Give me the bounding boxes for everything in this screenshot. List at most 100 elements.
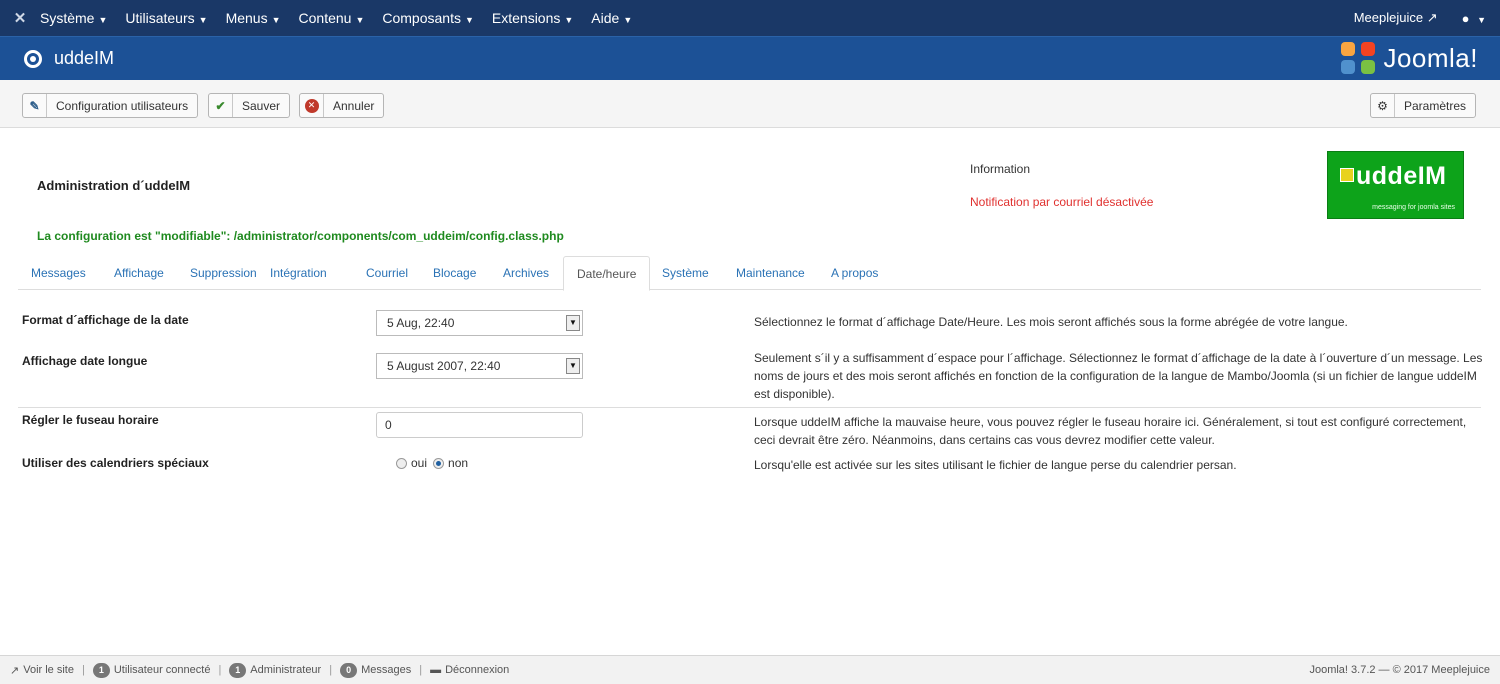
tab-courriel[interactable]: Courriel [353,256,421,290]
special-calendars-desc: Lorsqu'elle est activée sur les sites ut… [754,458,1237,472]
users-count-badge: 1 [92,662,110,678]
info-label: Information [970,162,1031,176]
header-bar: uddeIM Joomla! [0,36,1500,80]
notification-status: Notification par courriel désactivée [970,195,1154,209]
messages-link[interactable]: 0 Messages [340,662,412,678]
tab-maintenance[interactable]: Maintenance [723,256,818,290]
tab-systeme[interactable]: Système [649,256,722,290]
button-label: Configuration utilisateurs [56,98,189,113]
menu-composants[interactable]: Composants ▼ [382,10,474,26]
toolbar: ✎ Configuration utilisateurs ✔ Sauver ✕ … [0,80,1500,128]
user-menu[interactable]: ● ▼ [1462,11,1486,26]
copyright: Joomla! 3.7.2 — © 2017 Meeplejuice [1309,664,1490,676]
admins-online[interactable]: 1 Administrateur [229,662,322,678]
check-icon: ✔ [209,94,233,117]
menu-label: Contenu [298,10,352,26]
options-button[interactable]: ⚙ Paramètres [1370,93,1477,118]
tab-messages[interactable]: Messages [18,256,99,290]
caret-down-icon: ▼ [623,15,633,25]
joomla-logo-icon [1341,41,1377,76]
uddeim-logo: uddeIM messaging for joomla sites [1327,151,1464,219]
caret-down-icon: ▼ [355,15,365,25]
tab-suppression[interactable]: Suppression [177,256,270,290]
separator: | [81,664,85,676]
config-note: La configuration est "modifiable": /admi… [37,229,564,243]
admin-label: Administrateur [250,664,322,676]
messages-label: Messages [361,664,412,676]
menu-label: Aide [591,10,620,26]
tab-archives[interactable]: Archives [490,256,562,290]
logout-link[interactable]: ▬ Déconnexion [430,664,509,676]
component-icon [24,49,42,68]
special-calendars-label: Utiliser des calendriers spéciaux [22,456,209,470]
select-value: 5 August 2007, 22:40 [387,359,501,373]
logo-title: uddeIM [1340,162,1447,191]
joomla-brand-text: Joomla! [1383,43,1478,73]
site-link[interactable]: Meeplejuice ↗ [1354,10,1438,26]
tab-integration[interactable]: Intégration [257,256,340,290]
caret-down-icon: ▼ [98,15,108,25]
tab-a-propos[interactable]: A propos [818,256,891,290]
caret-down-icon: ▼ [464,15,474,25]
timezone-input[interactable]: 0 [376,412,583,438]
date-format-label: Format d´affichage de la date [22,313,189,327]
menu-label: Menus [225,10,268,26]
radio-non-label[interactable]: non [448,456,468,470]
menu-systeme[interactable]: Système ▼ [40,10,107,26]
long-date-label: Affichage date longue [22,354,148,368]
config-users-button[interactable]: ✎ Configuration utilisateurs [22,93,199,118]
date-format-select[interactable]: 5 Aug, 22:40 ▼ [376,310,583,336]
menu-aide[interactable]: Aide ▼ [591,10,632,26]
joomla-brand: Joomla! [1341,41,1478,76]
separator: | [419,664,423,676]
admin-count-badge: 1 [229,662,247,678]
select-value: 5 Aug, 22:40 [387,316,455,330]
menu-label: Utilisateurs [125,10,195,26]
tab-bar: Messages Affichage Suppression Intégrati… [18,256,1481,291]
caret-down-icon: ▼ [198,15,208,25]
main-menu: Système ▼ Utilisateurs ▼ Menus ▼ Contenu ▼ C… [40,10,650,26]
tab-affichage[interactable]: Affichage [101,256,177,290]
logout-label: Déconnexion [445,664,510,676]
menu-label: Composants [382,10,461,26]
logo-text: uddeIM [1356,162,1447,190]
button-label: Paramètres [1404,98,1467,113]
menu-contenu[interactable]: Contenu ▼ [299,10,365,26]
messages-count-badge: 0 [340,662,358,678]
menu-utilisateurs[interactable]: Utilisateurs ▼ [125,10,207,26]
separator: | [329,664,333,676]
timezone-label: Régler le fuseau horaire [22,413,159,427]
cancel-button[interactable]: ✕ Annuler [299,93,385,118]
save-button[interactable]: ✔ Sauver [208,93,291,118]
radio-oui-label[interactable]: oui [411,456,427,470]
joomla-menu-icon[interactable]: ✕ [0,9,40,27]
radio-non[interactable] [433,457,445,469]
long-date-select[interactable]: 5 August 2007, 22:40 ▼ [376,353,583,379]
edit-icon: ✎ [23,94,47,117]
external-link-icon: ↗ [1426,10,1438,25]
separator: | [218,664,222,676]
date-format-desc: Sélectionnez le format d´affichage Date/… [754,315,1348,329]
external-link-icon: ↗ [10,664,20,677]
menu-label: Extensions [491,10,561,26]
button-label: Sauver [242,98,281,113]
users-online[interactable]: 1 Utilisateur connecté [92,662,211,678]
menu-menus[interactable]: Menus ▼ [226,10,281,26]
timezone-desc: Lorsque uddeIM affiche la mauvaise heure… [754,415,1467,447]
logo-subtitle: messaging for joomla sites [1372,204,1455,211]
menu-label: Système [40,10,95,26]
gear-icon: ⚙ [1371,94,1395,117]
tab-date-heure[interactable]: Date/heure [563,256,651,291]
logo-tag-icon [1340,168,1354,182]
user-icon: ● [1461,10,1470,26]
radio-oui[interactable] [396,457,407,469]
admin-title: Administration d´uddeIM [37,178,191,193]
caret-down-icon: ▼ [1477,14,1486,25]
minus-icon: ▬ [430,664,442,676]
tab-blocage[interactable]: Blocage [420,256,489,290]
users-label: Utilisateur connecté [113,664,211,676]
view-site-link[interactable]: ↗ Voir le site [10,664,74,677]
cancel-icon-wrap: ✕ [300,94,324,117]
menu-extensions[interactable]: Extensions ▼ [492,10,573,26]
dropdown-arrow-icon: ▼ [566,315,580,331]
